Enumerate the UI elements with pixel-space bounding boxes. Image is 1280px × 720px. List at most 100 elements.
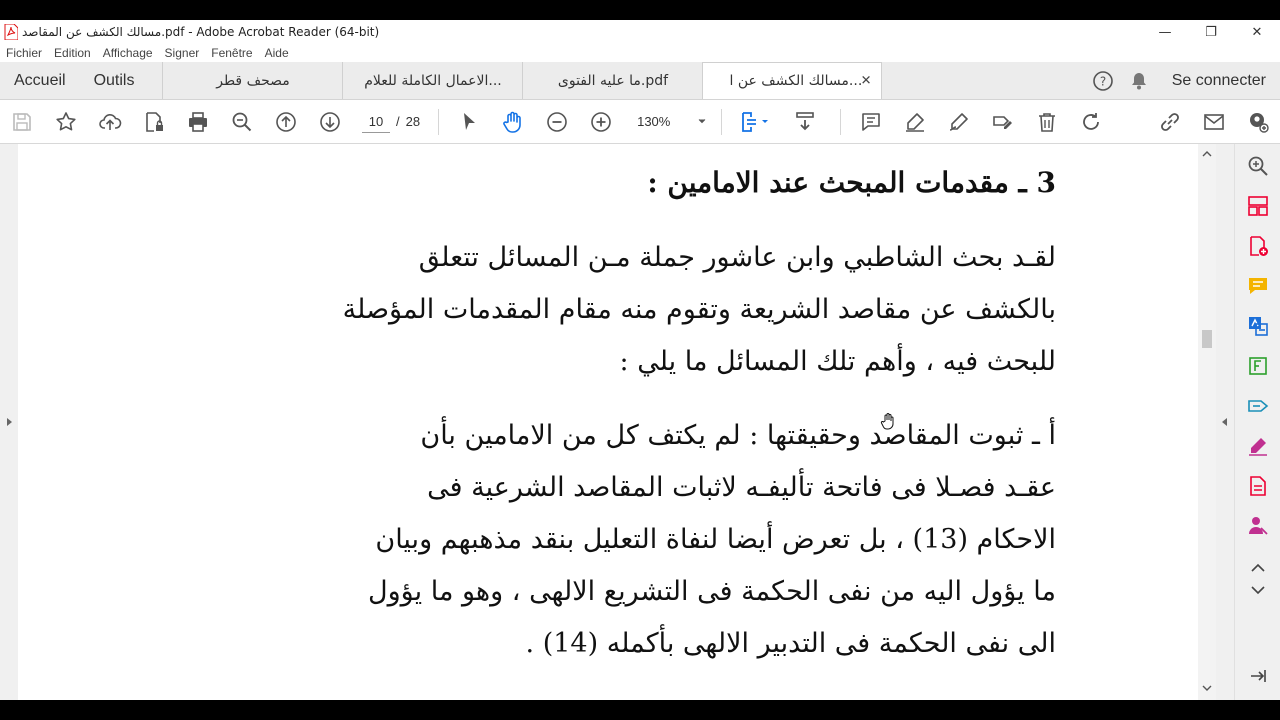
email-icon[interactable] xyxy=(1192,100,1236,144)
section-heading: 3 ـ مقدمات المبحث عند الامامين : xyxy=(647,166,1056,199)
rotate-icon[interactable] xyxy=(1069,100,1113,144)
menu-help[interactable]: Aide xyxy=(259,46,295,60)
fill-sign-tool-icon[interactable] xyxy=(1246,434,1270,458)
scroll-mode-icon[interactable] xyxy=(778,100,832,144)
paragraph-line: أ ـ ثبوت المقاصد وحقيقتها : لم يكتف كل م… xyxy=(420,420,1056,451)
zoom-in-icon[interactable] xyxy=(579,100,623,144)
notification-bell-icon[interactable] xyxy=(1128,70,1150,92)
organize-pages-icon[interactable] xyxy=(1246,194,1270,218)
save-icon[interactable] xyxy=(0,100,44,144)
bookmark-star-icon[interactable] xyxy=(44,100,88,144)
zoom-tool-icon[interactable] xyxy=(1246,154,1270,178)
doc-tab-label: مصحف قطر xyxy=(216,72,290,89)
chevron-down-icon xyxy=(697,114,707,129)
doc-tab-label: مسالك الكشف عن ا... xyxy=(729,73,863,89)
right-panel-toggle[interactable] xyxy=(1216,144,1234,700)
search-zoom-icon[interactable] xyxy=(220,100,264,144)
chevron-right-icon xyxy=(7,418,12,426)
share-link-icon[interactable] xyxy=(1148,100,1192,144)
tabbar-right: ? Se connecter xyxy=(1092,62,1280,99)
comment-icon[interactable] xyxy=(849,100,893,144)
page-navigator: / 28 xyxy=(362,110,421,133)
tab-tools[interactable]: Outils xyxy=(80,62,163,99)
hand-cursor-icon xyxy=(880,413,894,430)
tab-bar: Accueil Outils مصحف قطر الاعمال الكاملة … xyxy=(0,62,1280,100)
doc-tab-label: ما عليه الفتوى.pdf xyxy=(557,72,669,89)
menu-edit[interactable]: Edition xyxy=(48,46,97,60)
window-controls: — ❐ ✕ xyxy=(1142,20,1280,44)
letterbox-top xyxy=(0,0,1280,20)
page-separator: / xyxy=(396,114,400,129)
toolbar-divider xyxy=(721,108,723,135)
page-fit-icon[interactable] xyxy=(730,100,778,144)
acrobat-window: مسالك الكشف عن المقاصد.pdf - Adobe Acrob… xyxy=(0,20,1280,700)
hand-tool-icon[interactable] xyxy=(491,100,535,144)
rail-scroll-down-icon[interactable] xyxy=(1246,578,1270,602)
svg-text:?: ? xyxy=(1100,74,1106,88)
toolbar-divider xyxy=(840,108,842,135)
minimize-button[interactable]: — xyxy=(1142,20,1188,44)
comment-tool-icon[interactable] xyxy=(1246,274,1270,298)
edit-pdf-icon[interactable] xyxy=(1246,354,1270,378)
create-pdf-icon[interactable] xyxy=(1246,234,1270,258)
letterbox-bottom xyxy=(0,700,1280,720)
next-page-icon[interactable] xyxy=(308,100,352,144)
delete-trash-icon[interactable] xyxy=(1025,100,1069,144)
zoom-out-icon[interactable] xyxy=(535,100,579,144)
total-pages: 28 xyxy=(405,114,421,129)
add-user-icon[interactable] xyxy=(1236,100,1280,144)
acrobat-pdf-icon xyxy=(4,23,19,41)
sign-in-button[interactable]: Se connecter xyxy=(1164,72,1266,90)
scrollbar-thumb[interactable] xyxy=(1202,330,1212,348)
toolbar-divider xyxy=(438,108,440,135)
zoom-level-dropdown[interactable]: 130% xyxy=(637,114,707,129)
left-panel-toggle[interactable] xyxy=(0,144,18,700)
send-review-icon[interactable] xyxy=(1246,474,1270,498)
window-title: مسالك الكشف عن المقاصد.pdf - Adobe Acrob… xyxy=(22,25,380,39)
paragraph-line: الاحكام (13) ، بل تعرض أيضا لنفاة التعلي… xyxy=(375,524,1056,555)
close-window-button[interactable]: ✕ xyxy=(1234,20,1280,44)
highlighter-icon[interactable] xyxy=(893,100,937,144)
help-icon[interactable]: ? xyxy=(1092,70,1114,92)
scan-ocr-icon[interactable] xyxy=(1246,394,1270,418)
doc-tab-2[interactable]: الاعمال الكاملة للعلام... xyxy=(342,62,522,99)
rail-scroll-up-icon[interactable] xyxy=(1246,556,1270,580)
paragraph-line: لقـد بحث الشاطبي وابن عاشور جملة مـن الم… xyxy=(418,242,1056,273)
tab-home[interactable]: Accueil xyxy=(0,62,80,99)
zoom-level-value: 130% xyxy=(637,114,671,129)
doc-tab-label: الاعمال الكاملة للعلام... xyxy=(364,72,502,89)
menu-bar: Fichier Edition Affichage Signer Fenêtre… xyxy=(0,44,1280,62)
menu-window[interactable]: Fenêtre xyxy=(205,46,258,60)
scroll-up-icon[interactable] xyxy=(1201,150,1213,158)
menu-view[interactable]: Affichage xyxy=(97,46,159,60)
fill-sign-icon[interactable] xyxy=(981,100,1025,144)
export-pdf-icon[interactable] xyxy=(1246,314,1270,338)
menu-sign[interactable]: Signer xyxy=(159,46,206,60)
file-protect-icon[interactable] xyxy=(132,100,176,144)
main-toolbar: / 28 130% xyxy=(0,100,1280,144)
collapse-rail-icon[interactable] xyxy=(1246,664,1270,688)
page-number-input[interactable] xyxy=(362,110,390,133)
restore-button[interactable]: ❐ xyxy=(1188,20,1234,44)
scroll-down-icon[interactable] xyxy=(1201,684,1213,692)
protect-user-icon[interactable] xyxy=(1246,514,1270,538)
paragraph-line: بالكشف عن مقاصد الشريعة وتقوم منه مقام ا… xyxy=(342,294,1056,325)
menu-file[interactable]: Fichier xyxy=(0,46,48,60)
vertical-scrollbar[interactable] xyxy=(1198,144,1216,700)
doc-tab-active[interactable]: مسالك الكشف عن ا... ✕ xyxy=(702,62,883,99)
tools-rail xyxy=(1234,144,1280,700)
draw-pen-icon[interactable] xyxy=(937,100,981,144)
upload-cloud-icon[interactable] xyxy=(88,100,132,144)
document-page[interactable]: 3 ـ مقدمات المبحث عند الامامين : لقـد بح… xyxy=(18,144,1198,700)
print-icon[interactable] xyxy=(176,100,220,144)
paragraph-line: عقـد فصـلا فى فاتحة تأليفـه لاثبات المقا… xyxy=(427,472,1056,503)
chevron-left-icon xyxy=(1222,418,1227,426)
doc-tab-3[interactable]: ما عليه الفتوى.pdf xyxy=(522,62,702,99)
title-bar: مسالك الكشف عن المقاصد.pdf - Adobe Acrob… xyxy=(0,20,1280,44)
paragraph-line: للبحث فيه ، وأهم تلك المسائل ما يلي : xyxy=(619,346,1056,377)
tab-close-icon[interactable]: ✕ xyxy=(861,74,872,89)
paragraph-line: الى نفى الحكمة فى التدبير الالهى بأكمله … xyxy=(525,628,1056,659)
select-cursor-icon[interactable] xyxy=(447,100,491,144)
doc-tab-1[interactable]: مصحف قطر xyxy=(162,62,342,99)
previous-page-icon[interactable] xyxy=(264,100,308,144)
